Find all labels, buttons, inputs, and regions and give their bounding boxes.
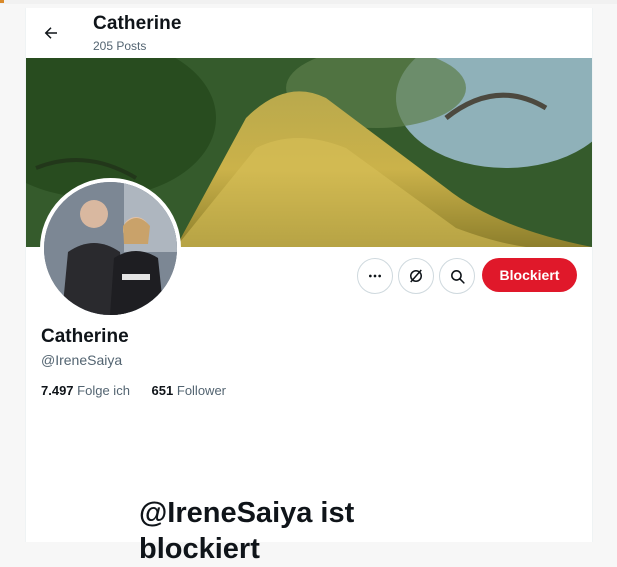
blocked-notice-title: @IreneSaiya ist blockiert (139, 495, 354, 567)
more-dots-icon (369, 274, 381, 278)
grok-button[interactable] (398, 258, 434, 294)
header-profile-name: Catherine (93, 13, 182, 34)
followers-link[interactable]: 651 Follower (152, 383, 226, 398)
profile-handle: @IreneSaiya (41, 352, 123, 368)
blocked-button[interactable]: Blockiert (482, 258, 577, 292)
profile-avatar[interactable] (40, 178, 181, 319)
header-posts-count: 205 Posts (93, 39, 147, 53)
blocked-notice-line1: @IreneSaiya ist (139, 497, 355, 529)
arrow-left-icon (44, 27, 57, 39)
search-button[interactable] (439, 258, 475, 294)
followers-count: 651 (151, 383, 174, 398)
grok-slash-circle-icon (410, 269, 422, 283)
search-icon (450, 269, 465, 284)
back-button[interactable] (36, 18, 66, 48)
profile-column: Catherine 205 Posts Blockiert Catherine … (25, 8, 593, 565)
blocked-notice-line2: blockiert (139, 533, 260, 565)
profile-display-name: Catherine (41, 326, 129, 347)
browser-corner-mark (0, 0, 4, 3)
profile-header: Catherine 205 Posts (26, 8, 592, 58)
following-label: Folge ich (77, 383, 130, 398)
browser-top-strip (0, 0, 617, 4)
followers-label: Follower (176, 383, 226, 398)
avatar-photo (44, 182, 177, 315)
following-link[interactable]: 7.497 Folge ich (41, 383, 130, 398)
profile-stats: 7.497 Folge ich 651 Follower (41, 383, 244, 398)
following-count: 7.497 (41, 383, 74, 398)
more-button[interactable] (357, 258, 393, 294)
